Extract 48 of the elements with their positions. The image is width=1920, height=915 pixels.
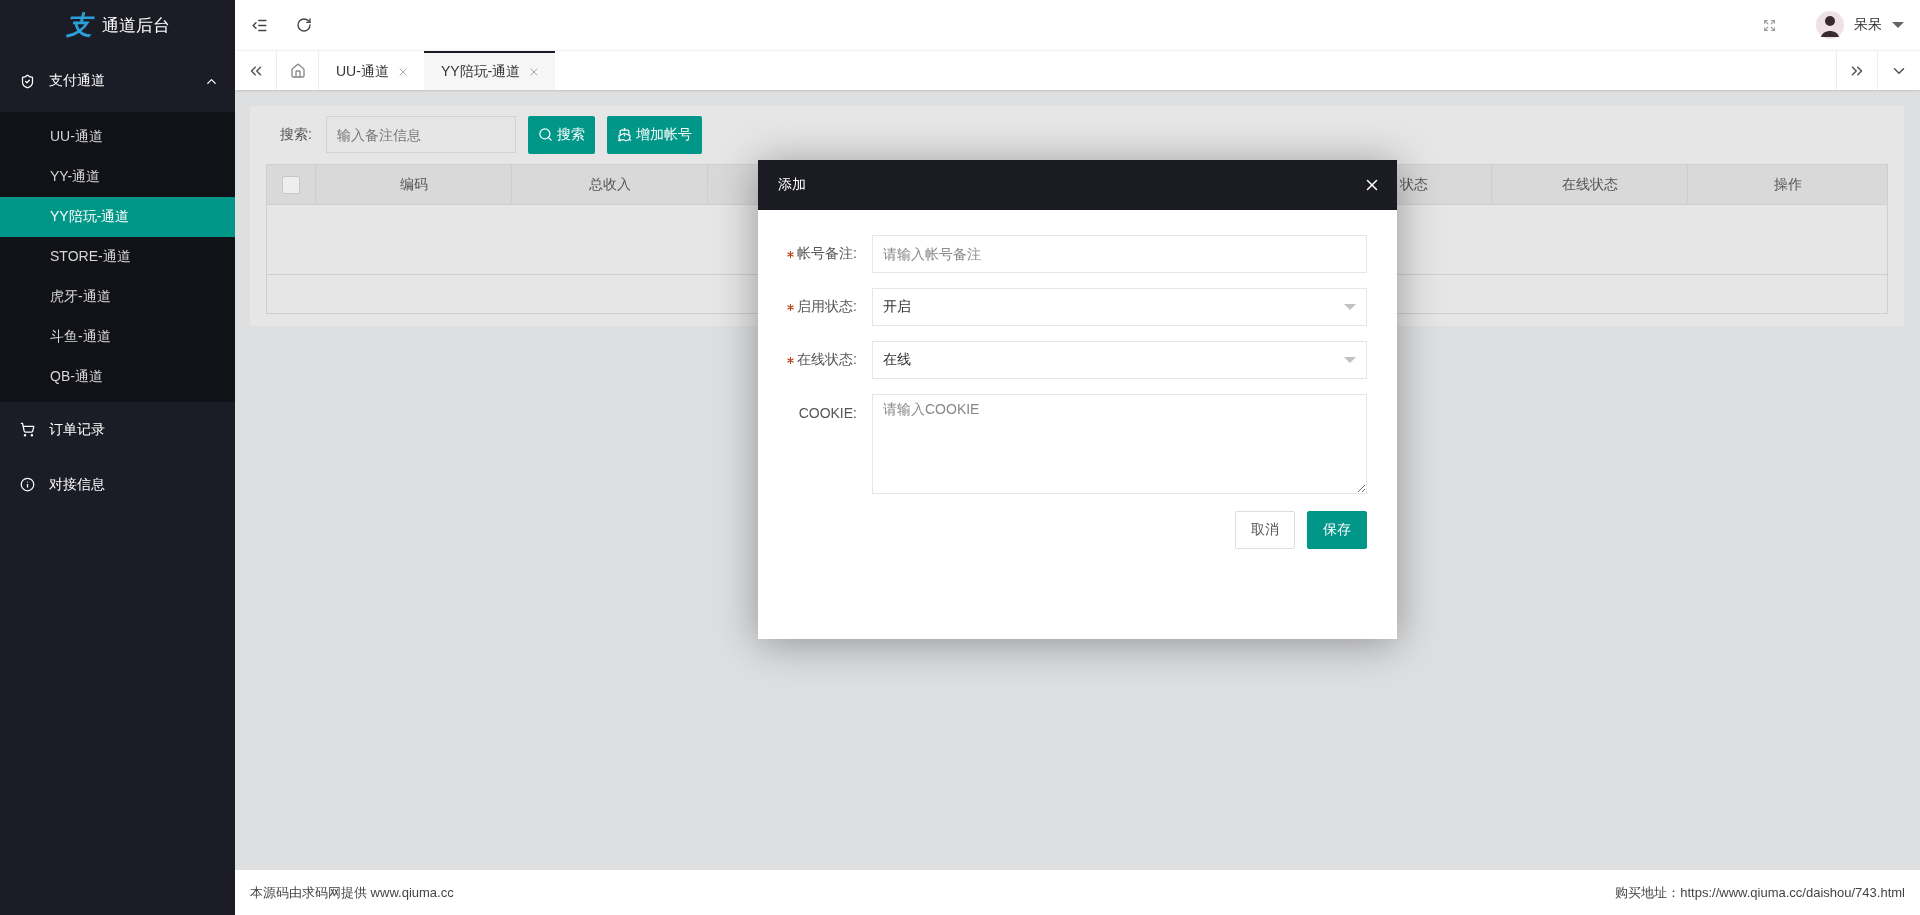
select-field[interactable]: 在线 [872,341,1367,379]
menu-item[interactable]: 对接信息 [0,457,235,512]
dialog-title: 添加 [778,176,806,194]
submenu-item[interactable]: 斗鱼-通道 [0,317,235,357]
ship-icon [616,127,632,142]
avatar[interactable] [1816,11,1844,39]
caret-icon [1344,303,1356,311]
page-tab[interactable]: YY陪玩-通道 [423,51,556,90]
caret-icon [1892,21,1904,29]
home-icon[interactable] [289,62,306,79]
cart-icon [20,422,35,437]
select-field[interactable]: 开启 [872,288,1367,326]
info-icon [20,477,35,492]
search-label: 搜索: [280,125,312,144]
textarea-field[interactable]: 请输入COOKIE [872,394,1367,494]
add-button[interactable]: 增加帐号 [606,115,702,154]
user-name[interactable]: 呆呆 [1854,16,1882,34]
refresh-icon[interactable] [296,17,312,33]
search-field[interactable]: 输入备注信息 [325,116,516,153]
page-tab[interactable]: UU-通道 [319,51,424,90]
caret-icon [1344,356,1356,364]
submenu-item[interactable]: YY陪玩-通道 [0,197,235,237]
column-header: 在线状态 [1492,165,1688,204]
footer-text: 购买地址：https://www.qiuma.cc/daishou/743.html [1615,883,1905,902]
field-label: 启用状态: [797,298,857,316]
submenu-item[interactable]: 虎牙-通道 [0,277,235,317]
search-icon [537,127,553,142]
field-label: COOKIE: [798,405,857,421]
submenu-item[interactable]: QB-通道 [0,357,235,397]
fullscreen-icon[interactable] [1763,18,1776,32]
footer-text: 本源码由求码网提供 www.qiuma.cc [250,883,454,902]
menu-item[interactable]: 订单记录 [0,402,235,457]
select-all-checkbox[interactable] [282,175,300,194]
menu-item[interactable]: 支付通道 [0,50,235,112]
submenu-item[interactable]: YY-通道 [0,157,235,197]
search-button[interactable]: 搜索 [527,115,595,154]
column-header: 编码 [316,165,512,204]
field-label: 在线状态: [797,351,857,369]
column-header: 操作 [1772,174,1803,194]
input-field[interactable]: 请输入帐号备注 [872,235,1367,273]
app-title: 通道后台 [101,14,170,37]
field-label: 帐号备注: [797,245,857,263]
save-button[interactable]: 保存 [1307,511,1367,549]
shield-icon [20,73,35,89]
column-header: 总收入 [512,165,708,204]
submenu-item[interactable]: UU-通道 [0,117,235,157]
submenu-item[interactable]: STORE-通道 [0,237,235,277]
cancel-button[interactable]: 取消 [1235,511,1295,549]
